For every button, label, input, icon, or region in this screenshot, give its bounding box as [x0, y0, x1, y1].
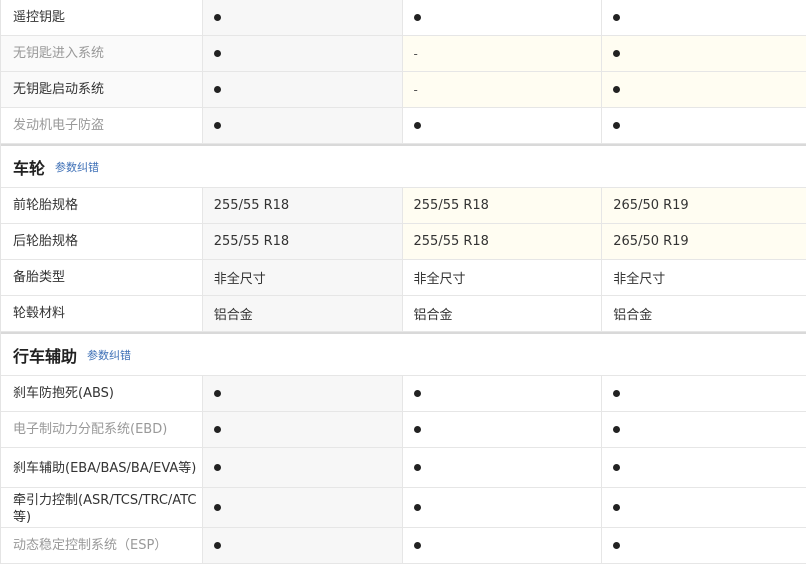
- row-label: 备胎类型: [1, 260, 203, 295]
- value-cell: 255/55 R18: [202, 188, 403, 223]
- row-label: 发动机电子防盗: [1, 108, 203, 143]
- row-rear-tire: 后轮胎规格 255/55 R18 255/55 R18 265/50 R19: [1, 224, 806, 260]
- section-title: 行车辅助: [13, 346, 78, 366]
- value-cell: [202, 0, 403, 35]
- standard-dot-icon: [613, 86, 621, 93]
- row-engine-immobilizer: 发动机电子防盗: [1, 108, 806, 144]
- section-header-wheels: 车轮 参数纠错: [1, 144, 806, 188]
- standard-dot-icon: [613, 14, 621, 21]
- value-cell: [602, 108, 806, 143]
- standard-dot-icon: [613, 504, 621, 511]
- value-cell: [402, 108, 603, 143]
- row-abs: 刹车防抱死(ABS): [1, 376, 806, 412]
- row-rim-material: 轮毂材料 铝合金 铝合金 铝合金: [1, 296, 806, 332]
- standard-dot-icon: [213, 14, 221, 21]
- standard-dot-icon: [613, 426, 621, 433]
- value-cell: [402, 488, 603, 527]
- row-label: 动态稳定控制系统（ESP）: [1, 528, 203, 563]
- section-title: 车轮: [13, 158, 46, 178]
- value-cell: 铝合金: [202, 296, 403, 331]
- value-cell: -: [402, 72, 603, 107]
- value-cell: 非全尺寸: [202, 260, 403, 295]
- report-error-link[interactable]: 参数纠错: [55, 159, 99, 175]
- row-label: 牵引力控制(ASR/TCS/TRC/ATC等): [1, 488, 203, 527]
- standard-dot-icon: [413, 426, 421, 433]
- value-cell: [602, 448, 806, 487]
- value-cell: [602, 72, 806, 107]
- value-cell: [202, 376, 403, 411]
- value-cell: [602, 0, 806, 35]
- row-remote-key: 遥控钥匙: [1, 0, 806, 36]
- value-cell: 265/50 R19: [602, 224, 806, 259]
- row-label: 刹车防抱死(ABS): [1, 376, 203, 411]
- row-label: 前轮胎规格: [1, 188, 203, 223]
- value-cell: 铝合金: [602, 296, 806, 331]
- value-cell: [402, 376, 603, 411]
- row-label: 无钥匙启动系统: [1, 72, 203, 107]
- value-cell: [602, 36, 806, 71]
- value-cell: [402, 528, 603, 563]
- value-cell: 非全尺寸: [402, 260, 603, 295]
- row-front-tire: 前轮胎规格 255/55 R18 255/55 R18 265/50 R19: [1, 188, 806, 224]
- not-available-dash: -: [413, 46, 418, 61]
- value-cell: 255/55 R18: [202, 224, 403, 259]
- row-label: 轮毂材料: [1, 296, 203, 331]
- value-cell: 铝合金: [402, 296, 603, 331]
- section-header-driving-assist: 行车辅助 参数纠错: [1, 332, 806, 376]
- value-cell: -: [402, 36, 603, 71]
- value-cell: 255/55 R18: [402, 188, 603, 223]
- row-esp: 动态稳定控制系统（ESP）: [1, 528, 806, 564]
- row-label: 电子制动力分配系统(EBD): [1, 412, 203, 447]
- row-keyless-entry: 无钥匙进入系统 -: [1, 36, 806, 72]
- report-error-link[interactable]: 参数纠错: [87, 347, 131, 363]
- standard-dot-icon: [413, 390, 421, 397]
- value-cell: [202, 36, 403, 71]
- value-cell: [402, 448, 603, 487]
- value-cell: 255/55 R18: [402, 224, 603, 259]
- value-cell: [602, 376, 806, 411]
- standard-dot-icon: [213, 390, 221, 397]
- standard-dot-icon: [213, 86, 221, 93]
- value-cell: [202, 448, 403, 487]
- standard-dot-icon: [613, 390, 621, 397]
- standard-dot-icon: [613, 464, 621, 471]
- value-cell: [602, 488, 806, 527]
- row-label: 刹车辅助(EBA/BAS/BA/EVA等): [1, 448, 203, 487]
- row-brake-assist: 刹车辅助(EBA/BAS/BA/EVA等): [1, 448, 806, 488]
- standard-dot-icon: [613, 542, 621, 549]
- row-traction-control: 牵引力控制(ASR/TCS/TRC/ATC等): [1, 488, 806, 528]
- value-cell: [202, 108, 403, 143]
- value-cell: [202, 488, 403, 527]
- standard-dot-icon: [413, 122, 421, 129]
- standard-dot-icon: [413, 542, 421, 549]
- row-label: 无钥匙进入系统: [1, 36, 203, 71]
- spec-table: 遥控钥匙 无钥匙进入系统 - 无钥匙启动系统 - 发动机电子防盗 车轮 参数纠错…: [0, 0, 806, 564]
- standard-dot-icon: [213, 542, 221, 549]
- standard-dot-icon: [213, 426, 221, 433]
- value-cell: 非全尺寸: [602, 260, 806, 295]
- row-ebd: 电子制动力分配系统(EBD): [1, 412, 806, 448]
- value-cell: [402, 0, 603, 35]
- value-cell: 265/50 R19: [602, 188, 806, 223]
- value-cell: [202, 412, 403, 447]
- standard-dot-icon: [213, 504, 221, 511]
- standard-dot-icon: [413, 464, 421, 471]
- standard-dot-icon: [613, 50, 621, 57]
- row-label: 后轮胎规格: [1, 224, 203, 259]
- standard-dot-icon: [413, 14, 421, 21]
- not-available-dash: -: [413, 82, 418, 97]
- value-cell: [602, 412, 806, 447]
- row-keyless-start: 无钥匙启动系统 -: [1, 72, 806, 108]
- value-cell: [402, 412, 603, 447]
- standard-dot-icon: [613, 122, 621, 129]
- standard-dot-icon: [413, 504, 421, 511]
- standard-dot-icon: [213, 464, 221, 471]
- standard-dot-icon: [213, 50, 221, 57]
- row-label: 遥控钥匙: [1, 0, 203, 35]
- value-cell: [202, 72, 403, 107]
- row-spare-tire: 备胎类型 非全尺寸 非全尺寸 非全尺寸: [1, 260, 806, 296]
- value-cell: [602, 528, 806, 563]
- value-cell: [202, 528, 403, 563]
- standard-dot-icon: [213, 122, 221, 129]
